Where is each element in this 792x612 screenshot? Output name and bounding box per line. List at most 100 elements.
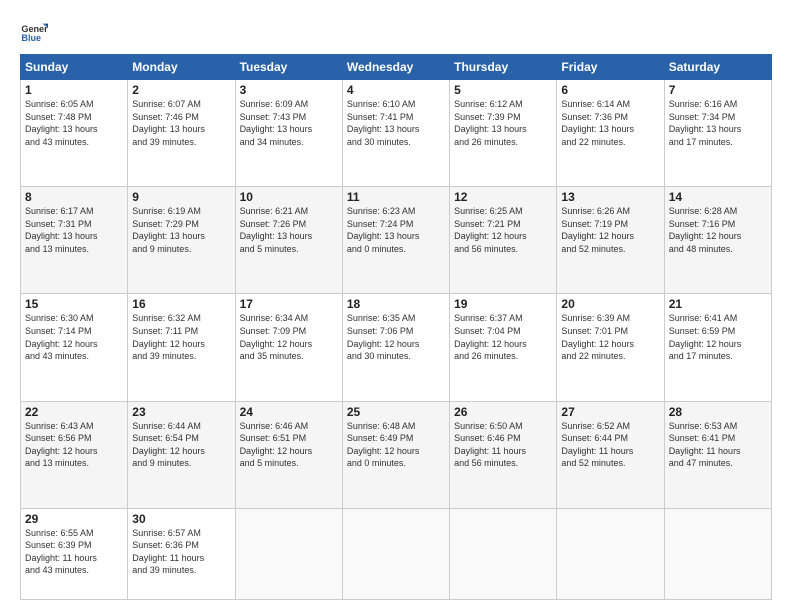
header: General Blue: [20, 18, 772, 46]
day-info: Sunrise: 6:37 AMSunset: 7:04 PMDaylight:…: [454, 312, 552, 362]
table-row: 25Sunrise: 6:48 AMSunset: 6:49 PMDayligh…: [342, 401, 449, 508]
day-info: Sunrise: 6:17 AMSunset: 7:31 PMDaylight:…: [25, 205, 123, 255]
table-row: 18Sunrise: 6:35 AMSunset: 7:06 PMDayligh…: [342, 294, 449, 401]
table-row: 14Sunrise: 6:28 AMSunset: 7:16 PMDayligh…: [664, 187, 771, 294]
day-info: Sunrise: 6:44 AMSunset: 6:54 PMDaylight:…: [132, 420, 230, 470]
day-number: 9: [132, 190, 230, 204]
table-row: 27Sunrise: 6:52 AMSunset: 6:44 PMDayligh…: [557, 401, 664, 508]
table-row: 30Sunrise: 6:57 AMSunset: 6:36 PMDayligh…: [128, 508, 235, 599]
day-info: Sunrise: 6:19 AMSunset: 7:29 PMDaylight:…: [132, 205, 230, 255]
table-row: 21Sunrise: 6:41 AMSunset: 6:59 PMDayligh…: [664, 294, 771, 401]
table-row: 28Sunrise: 6:53 AMSunset: 6:41 PMDayligh…: [664, 401, 771, 508]
day-number: 2: [132, 83, 230, 97]
day-number: 7: [669, 83, 767, 97]
table-row: 1Sunrise: 6:05 AMSunset: 7:48 PMDaylight…: [21, 80, 128, 187]
day-number: 21: [669, 297, 767, 311]
day-number: 18: [347, 297, 445, 311]
day-number: 3: [240, 83, 338, 97]
day-number: 27: [561, 405, 659, 419]
table-row: 19Sunrise: 6:37 AMSunset: 7:04 PMDayligh…: [450, 294, 557, 401]
day-info: Sunrise: 6:23 AMSunset: 7:24 PMDaylight:…: [347, 205, 445, 255]
col-sunday: Sunday: [21, 55, 128, 80]
day-number: 20: [561, 297, 659, 311]
day-number: 26: [454, 405, 552, 419]
day-info: Sunrise: 6:21 AMSunset: 7:26 PMDaylight:…: [240, 205, 338, 255]
day-number: 30: [132, 512, 230, 526]
day-info: Sunrise: 6:07 AMSunset: 7:46 PMDaylight:…: [132, 98, 230, 148]
day-number: 25: [347, 405, 445, 419]
day-info: Sunrise: 6:28 AMSunset: 7:16 PMDaylight:…: [669, 205, 767, 255]
table-row: 6Sunrise: 6:14 AMSunset: 7:36 PMDaylight…: [557, 80, 664, 187]
day-info: Sunrise: 6:41 AMSunset: 6:59 PMDaylight:…: [669, 312, 767, 362]
col-thursday: Thursday: [450, 55, 557, 80]
calendar-table: Sunday Monday Tuesday Wednesday Thursday…: [20, 54, 772, 600]
day-info: Sunrise: 6:50 AMSunset: 6:46 PMDaylight:…: [454, 420, 552, 470]
table-row: [664, 508, 771, 599]
day-info: Sunrise: 6:14 AMSunset: 7:36 PMDaylight:…: [561, 98, 659, 148]
table-row: [235, 508, 342, 599]
day-info: Sunrise: 6:55 AMSunset: 6:39 PMDaylight:…: [25, 527, 123, 577]
day-number: 5: [454, 83, 552, 97]
table-row: [557, 508, 664, 599]
table-row: 8Sunrise: 6:17 AMSunset: 7:31 PMDaylight…: [21, 187, 128, 294]
col-friday: Friday: [557, 55, 664, 80]
table-row: 23Sunrise: 6:44 AMSunset: 6:54 PMDayligh…: [128, 401, 235, 508]
day-info: Sunrise: 6:30 AMSunset: 7:14 PMDaylight:…: [25, 312, 123, 362]
table-row: 29Sunrise: 6:55 AMSunset: 6:39 PMDayligh…: [21, 508, 128, 599]
day-info: Sunrise: 6:53 AMSunset: 6:41 PMDaylight:…: [669, 420, 767, 470]
day-info: Sunrise: 6:57 AMSunset: 6:36 PMDaylight:…: [132, 527, 230, 577]
day-info: Sunrise: 6:35 AMSunset: 7:06 PMDaylight:…: [347, 312, 445, 362]
day-number: 4: [347, 83, 445, 97]
day-info: Sunrise: 6:46 AMSunset: 6:51 PMDaylight:…: [240, 420, 338, 470]
table-row: 9Sunrise: 6:19 AMSunset: 7:29 PMDaylight…: [128, 187, 235, 294]
day-info: Sunrise: 6:39 AMSunset: 7:01 PMDaylight:…: [561, 312, 659, 362]
col-saturday: Saturday: [664, 55, 771, 80]
day-info: Sunrise: 6:26 AMSunset: 7:19 PMDaylight:…: [561, 205, 659, 255]
col-tuesday: Tuesday: [235, 55, 342, 80]
table-row: 15Sunrise: 6:30 AMSunset: 7:14 PMDayligh…: [21, 294, 128, 401]
day-number: 6: [561, 83, 659, 97]
day-number: 8: [25, 190, 123, 204]
day-number: 19: [454, 297, 552, 311]
day-info: Sunrise: 6:16 AMSunset: 7:34 PMDaylight:…: [669, 98, 767, 148]
logo: General Blue: [20, 18, 48, 46]
day-info: Sunrise: 6:48 AMSunset: 6:49 PMDaylight:…: [347, 420, 445, 470]
day-number: 14: [669, 190, 767, 204]
table-row: 5Sunrise: 6:12 AMSunset: 7:39 PMDaylight…: [450, 80, 557, 187]
day-number: 15: [25, 297, 123, 311]
col-monday: Monday: [128, 55, 235, 80]
day-number: 28: [669, 405, 767, 419]
day-info: Sunrise: 6:34 AMSunset: 7:09 PMDaylight:…: [240, 312, 338, 362]
table-row: 20Sunrise: 6:39 AMSunset: 7:01 PMDayligh…: [557, 294, 664, 401]
day-info: Sunrise: 6:32 AMSunset: 7:11 PMDaylight:…: [132, 312, 230, 362]
logo-icon: General Blue: [20, 18, 48, 46]
table-row: 26Sunrise: 6:50 AMSunset: 6:46 PMDayligh…: [450, 401, 557, 508]
day-info: Sunrise: 6:10 AMSunset: 7:41 PMDaylight:…: [347, 98, 445, 148]
day-info: Sunrise: 6:52 AMSunset: 6:44 PMDaylight:…: [561, 420, 659, 470]
day-number: 24: [240, 405, 338, 419]
table-row: 16Sunrise: 6:32 AMSunset: 7:11 PMDayligh…: [128, 294, 235, 401]
table-row: 24Sunrise: 6:46 AMSunset: 6:51 PMDayligh…: [235, 401, 342, 508]
table-row: [450, 508, 557, 599]
calendar-header-row: Sunday Monday Tuesday Wednesday Thursday…: [21, 55, 772, 80]
day-number: 11: [347, 190, 445, 204]
day-info: Sunrise: 6:12 AMSunset: 7:39 PMDaylight:…: [454, 98, 552, 148]
day-number: 17: [240, 297, 338, 311]
day-number: 22: [25, 405, 123, 419]
day-number: 13: [561, 190, 659, 204]
day-number: 10: [240, 190, 338, 204]
day-info: Sunrise: 6:43 AMSunset: 6:56 PMDaylight:…: [25, 420, 123, 470]
day-number: 23: [132, 405, 230, 419]
day-number: 29: [25, 512, 123, 526]
day-info: Sunrise: 6:09 AMSunset: 7:43 PMDaylight:…: [240, 98, 338, 148]
table-row: 10Sunrise: 6:21 AMSunset: 7:26 PMDayligh…: [235, 187, 342, 294]
table-row: 17Sunrise: 6:34 AMSunset: 7:09 PMDayligh…: [235, 294, 342, 401]
table-row: 11Sunrise: 6:23 AMSunset: 7:24 PMDayligh…: [342, 187, 449, 294]
day-info: Sunrise: 6:05 AMSunset: 7:48 PMDaylight:…: [25, 98, 123, 148]
day-number: 1: [25, 83, 123, 97]
day-number: 12: [454, 190, 552, 204]
col-wednesday: Wednesday: [342, 55, 449, 80]
table-row: 13Sunrise: 6:26 AMSunset: 7:19 PMDayligh…: [557, 187, 664, 294]
svg-text:Blue: Blue: [21, 33, 41, 43]
page: General Blue Sunday Monday Tuesday Wedne…: [0, 0, 792, 612]
